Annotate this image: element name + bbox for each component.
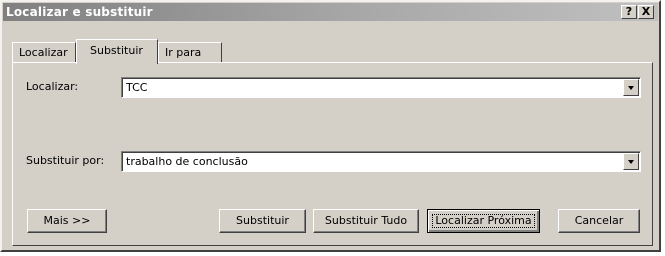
replace-tab-panel: Localizar: TCC Substituir por: trabalho … xyxy=(12,62,653,246)
more-button[interactable]: Mais >> xyxy=(27,209,107,233)
find-dropdown-button[interactable] xyxy=(623,79,639,96)
close-button[interactable]: X xyxy=(638,5,654,19)
replace-button[interactable]: Substituir xyxy=(219,209,306,233)
replace-all-button-label: Substituir Tudo xyxy=(324,214,408,227)
replace-label: Substituir por: xyxy=(26,154,105,167)
cancel-button[interactable]: Cancelar xyxy=(558,209,640,233)
find-combobox[interactable]: TCC xyxy=(121,77,641,98)
chevron-down-icon xyxy=(628,86,634,90)
help-button[interactable]: ? xyxy=(621,5,637,19)
more-button-label: Mais >> xyxy=(43,214,91,227)
replace-button-label: Substituir xyxy=(236,214,289,227)
tab-ir-para[interactable]: Ir para xyxy=(158,42,222,62)
find-replace-dialog: Localizar e substituir ? X Localizar Sub… xyxy=(0,0,661,252)
title-bar[interactable]: Localizar e substituir ? X xyxy=(3,3,658,21)
replace-combobox[interactable]: trabalho de conclusão xyxy=(121,151,641,172)
find-next-button[interactable]: Localizar Próxima xyxy=(427,209,540,233)
dialog-title: Localizar e substituir xyxy=(6,5,153,19)
replace-dropdown-button[interactable] xyxy=(623,153,639,170)
replace-all-button[interactable]: Substituir Tudo xyxy=(313,209,419,233)
replace-input[interactable]: trabalho de conclusão xyxy=(126,155,248,168)
find-next-button-label: Localizar Próxima xyxy=(435,214,532,227)
tab-localizar[interactable]: Localizar xyxy=(12,42,76,62)
find-label: Localizar: xyxy=(26,80,79,93)
cancel-button-label: Cancelar xyxy=(574,214,624,227)
find-input[interactable]: TCC xyxy=(126,81,147,94)
chevron-down-icon xyxy=(628,160,634,164)
tab-substituir[interactable]: Substituir xyxy=(76,39,158,64)
